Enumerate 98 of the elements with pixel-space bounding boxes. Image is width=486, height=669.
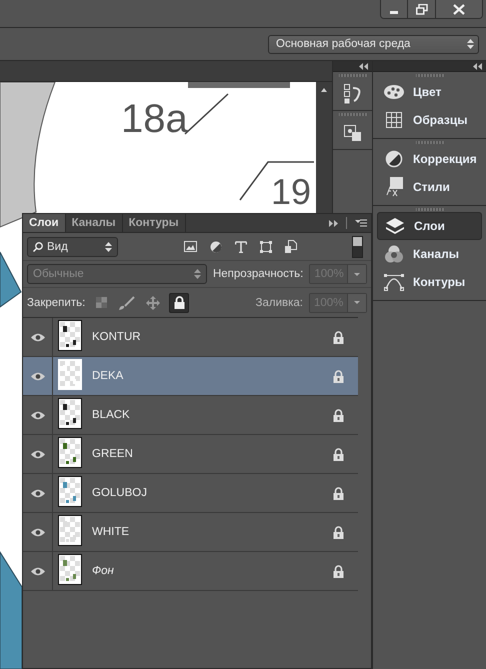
search-icon (33, 242, 43, 252)
layer-thumbnail (58, 515, 82, 546)
minimize-icon (390, 10, 398, 14)
eye-icon (30, 372, 44, 380)
opacity-label: Непрозрачность: (212, 268, 304, 280)
menu-icon (355, 219, 367, 227)
eye-icon (30, 410, 44, 420)
layer-row[interactable]: GOLUBOJ (23, 474, 358, 513)
panel-item[interactable]: Контуры (377, 268, 482, 296)
layer-row[interactable]: WHITE (23, 513, 358, 552)
eye-icon (30, 566, 44, 576)
restore-icon (416, 4, 428, 14)
shape-icon (260, 240, 272, 252)
layer-row[interactable]: GREEN (23, 435, 358, 474)
document-icon (285, 240, 297, 253)
panel-label: Контуры (413, 275, 466, 289)
scroll-up-icon (321, 88, 327, 92)
panel-label: Образцы (413, 113, 468, 127)
panel-label: Цвет (413, 85, 442, 99)
panel-item[interactable]: Образцы (377, 106, 482, 134)
layer-thumbnail (58, 437, 82, 468)
adjustment-icon (385, 150, 403, 168)
panel-tab[interactable]: Контуры (122, 214, 186, 232)
fx-icon (385, 177, 403, 197)
triangle-shape (0, 252, 22, 308)
shape-filter-button[interactable] (260, 240, 272, 252)
layer-name: GREEN (92, 448, 134, 460)
eye-icon (30, 488, 44, 498)
brush-icon (119, 296, 136, 310)
eye-icon (30, 528, 44, 536)
layer-row[interactable]: Фон (23, 552, 358, 591)
type-icon (235, 240, 247, 252)
layer-name: BLACK (92, 409, 131, 421)
filter-toggle[interactable] (352, 236, 363, 258)
grip-icon (338, 112, 366, 116)
canvas-label: 18a (121, 97, 188, 141)
grip-icon (416, 140, 444, 144)
panel-label: Коррекция (413, 152, 477, 166)
panel-tab[interactable]: Каналы (66, 214, 123, 232)
restore-button[interactable] (407, 0, 435, 18)
eye-icon (30, 450, 44, 458)
panel-label: Каналы (413, 247, 459, 261)
history-icon (344, 84, 362, 104)
layer-name: WHITE (92, 526, 130, 538)
dropdown-caret-icon (354, 301, 360, 304)
smart-object-filter-button[interactable] (285, 240, 297, 253)
panel-item[interactable]: Цвет (377, 78, 482, 106)
layer-thumbnail (58, 359, 82, 390)
layer-thumbnail (58, 320, 82, 351)
grip-icon (338, 74, 366, 76)
palette-icon (383, 84, 405, 100)
move-icon (146, 296, 160, 310)
layer-row[interactable]: BLACK (23, 396, 358, 435)
pen-path-icon (383, 273, 405, 291)
close-icon (453, 4, 465, 14)
layer-name: Фон (92, 565, 115, 577)
checker-icon (96, 297, 107, 308)
lock-label: Закрепить: (27, 296, 86, 308)
eye-icon (30, 332, 44, 342)
panel-item[interactable]: Слои (377, 212, 482, 240)
close-button[interactable] (435, 0, 482, 18)
panel-item[interactable]: Каналы (377, 240, 482, 268)
panel-label: Слои (414, 219, 445, 233)
panel-item[interactable]: Коррекция (377, 145, 482, 173)
type-filter-button[interactable] (235, 240, 247, 252)
workspace-dropdown[interactable]: Основная рабочая среда (268, 34, 479, 54)
layer-thumbnail (58, 398, 82, 429)
layer-thumbnail (58, 554, 82, 585)
dropdown-caret-icon (354, 272, 360, 276)
minimize-button[interactable] (381, 0, 407, 18)
updown-caret-icon (194, 269, 201, 279)
adjustment-icon (210, 240, 222, 252)
grip-icon (416, 208, 444, 210)
layer-name: DEKA (92, 370, 124, 382)
filter-dropdown[interactable]: Вид (27, 236, 118, 256)
layer-thumbnail (58, 476, 82, 507)
fill-label: Заливка: (256, 296, 303, 308)
layers-icon (385, 217, 405, 235)
lock-icon (174, 296, 185, 309)
panel-item[interactable]: Стили (377, 173, 482, 201)
lock-option-button[interactable] (169, 292, 190, 312)
updown-caret-icon (467, 39, 474, 49)
preset-icon (344, 123, 362, 143)
layer-name: KONTUR (92, 331, 142, 343)
grid-icon (386, 112, 402, 128)
image-icon (184, 241, 197, 252)
canvas-label: 19 (271, 171, 312, 212)
panel-tab[interactable]: Слои (23, 214, 66, 232)
channels-icon (384, 245, 404, 263)
adjustment-filter-button[interactable] (210, 240, 222, 252)
layer-row[interactable]: DEKA (23, 357, 358, 396)
expand-icon (329, 220, 338, 226)
panel-menu-button[interactable] (355, 219, 367, 227)
grip-icon (416, 74, 444, 76)
updown-caret-icon (105, 242, 112, 252)
layer-name: GOLUBOJ (92, 487, 148, 499)
panel-label: Стили (413, 180, 450, 194)
pixel-filter-button[interactable] (184, 241, 197, 252)
